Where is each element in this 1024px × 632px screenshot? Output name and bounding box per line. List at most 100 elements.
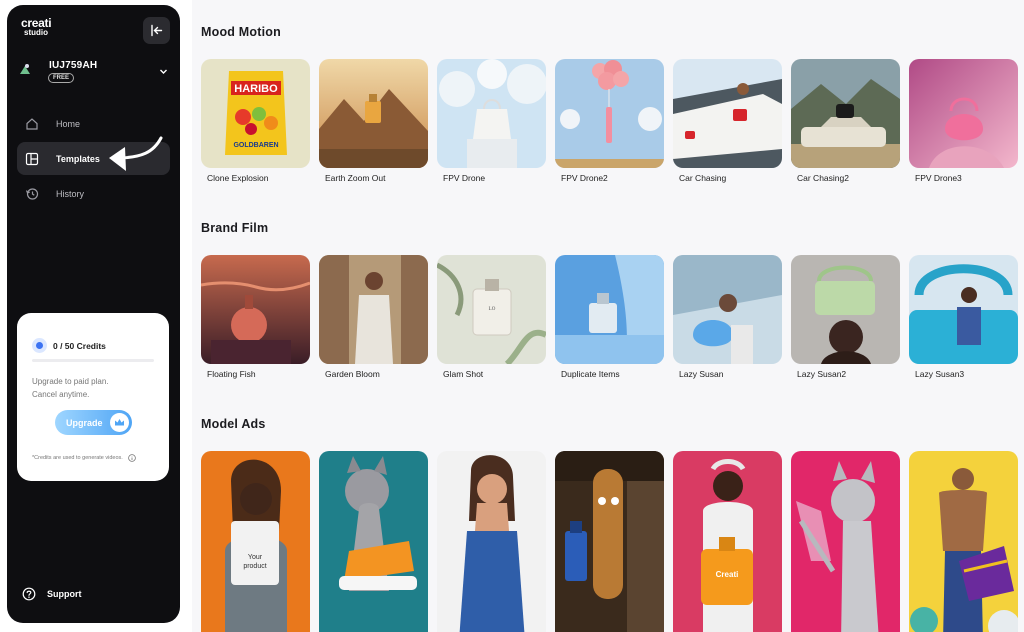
support-label: Support [47,589,82,599]
collapse-sidebar-icon [151,24,163,37]
templates-icon [25,152,39,165]
sidebar-item-label: History [56,188,85,199]
sidebar-item-label: Home [56,118,81,129]
template-thumbnail [555,255,664,364]
template-thumbnail [909,451,1018,632]
template-card[interactable]: Earth Zoom Out [319,59,428,183]
template-card[interactable] [437,451,546,632]
upgrade-button[interactable]: Upgrade [55,410,132,435]
template-card[interactable]: FPV Drone [437,59,546,183]
collapse-sidebar-button[interactable] [143,17,170,44]
svg-text:LO: LO [489,307,496,312]
template-thumbnail [437,451,546,632]
template-thumbnail [791,451,900,632]
template-title: Duplicate Items [561,369,620,379]
chevron-down-icon [160,69,167,74]
user-avatar-icon [20,64,30,74]
plan-badge: FREE [48,73,75,83]
template-card[interactable]: Car Chasing2 [791,59,900,183]
section-title-model-ads: Model Ads [201,417,266,431]
section-title-brand-film: Brand Film [201,221,269,235]
credit-coin-icon [32,338,47,353]
template-card[interactable]: Lazy Susan [673,255,782,379]
template-card[interactable]: FPV Drone2 [555,59,664,183]
haribo-text: HARIBO [234,83,278,95]
template-thumbnail [201,255,310,364]
home-icon [26,117,38,130]
credits-note-text: *Credits are used to generate videos. [32,455,123,461]
template-title: Floating Fish [207,369,256,379]
sidebar-item-label: Templates [56,153,100,164]
upgrade-text: Upgrade to paid plan. Cancel anytime. [32,375,109,401]
sidebar: creati studio IUJ759AH FREE Home Templat… [7,5,180,623]
your-product-text-line2: product [243,563,266,570]
crown-icon [110,413,129,432]
template-card[interactable]: HARIBO GOLDBAREN Clone Explosion [201,59,310,183]
upgrade-text-line2: Cancel anytime. [32,390,90,399]
template-title: Lazy Susan [679,369,724,379]
credits-card: 0 / 50 Credits Upgrade to paid plan. Can… [17,313,169,481]
credits-note: *Credits are used to generate videos. [32,454,136,462]
template-card[interactable]: Lazy Susan2 [791,255,900,379]
template-thumbnail: Your product [201,451,310,632]
user-menu[interactable]: IUJ759AH FREE [17,59,170,93]
template-card[interactable]: FPV Drone3 [909,59,1018,183]
template-title: FPV Drone [443,173,486,183]
template-thumbnail [673,255,782,364]
template-title: Car Chasing [679,173,727,183]
template-title: Glam Shot [443,369,484,379]
template-thumbnail [319,451,428,632]
template-thumbnail: HARIBO GOLDBAREN [201,59,310,168]
section-title-mood-motion: Mood Motion [201,25,281,39]
template-title: FPV Drone2 [561,173,608,183]
brand-film-row: Floating Fish Garden Bloom LO Glam Shot … [201,255,1024,385]
template-card[interactable]: Floating Fish [201,255,310,379]
logo-text-line2: studio [24,28,48,37]
creati-bottle-text: Creati [716,570,739,579]
help-icon [22,587,36,601]
model-ads-row: Your product Creati [201,451,1024,632]
template-title: Car Chasing2 [797,173,849,183]
template-thumbnail [791,59,900,168]
template-title: Garden Bloom [325,369,380,379]
template-thumbnail [909,59,1018,168]
template-card[interactable] [555,451,664,632]
template-card[interactable]: Creati [673,451,782,632]
template-card[interactable]: Car Chasing [673,59,782,183]
template-card[interactable]: LO Glam Shot [437,255,546,379]
template-thumbnail [791,255,900,364]
template-thumbnail: Creati [673,451,782,632]
template-title: Lazy Susan2 [797,369,847,379]
template-card[interactable] [319,451,428,632]
pointer-arrow-icon [109,136,163,171]
templates-gallery: Mood Motion HARIBO GOLDBAREN Clone Explos… [192,0,1024,632]
template-thumbnail [319,255,428,364]
template-card[interactable]: Your product [201,451,310,632]
credits-progress-bar [32,359,154,362]
template-thumbnail [673,59,782,168]
template-card[interactable] [909,451,1018,632]
template-card[interactable]: Lazy Susan3 [909,255,1018,379]
template-card[interactable]: Garden Bloom [319,255,428,379]
template-thumbnail: LO [437,255,546,364]
your-product-text-line1: Your [248,554,263,561]
template-thumbnail [319,59,428,168]
template-card[interactable]: Duplicate Items [555,255,664,379]
upgrade-text-line1: Upgrade to paid plan. [32,377,109,386]
template-thumbnail [909,255,1018,364]
credits-count: 0 / 50 Credits [53,340,106,351]
template-thumbnail [555,59,664,168]
user-name: IUJ759AH [49,60,98,71]
template-card[interactable] [791,451,900,632]
template-title: Clone Explosion [207,173,269,183]
logo-text-line1: creati [21,16,52,30]
app-logo[interactable]: creati studio [21,16,61,37]
sidebar-item-history[interactable]: History [17,177,170,210]
info-icon[interactable] [128,454,136,462]
history-icon [25,187,39,200]
upgrade-button-label: Upgrade [66,417,103,428]
template-title: Earth Zoom Out [325,173,386,183]
template-thumbnail [437,59,546,168]
support-link[interactable]: Support [22,587,82,601]
template-thumbnail [555,451,664,632]
